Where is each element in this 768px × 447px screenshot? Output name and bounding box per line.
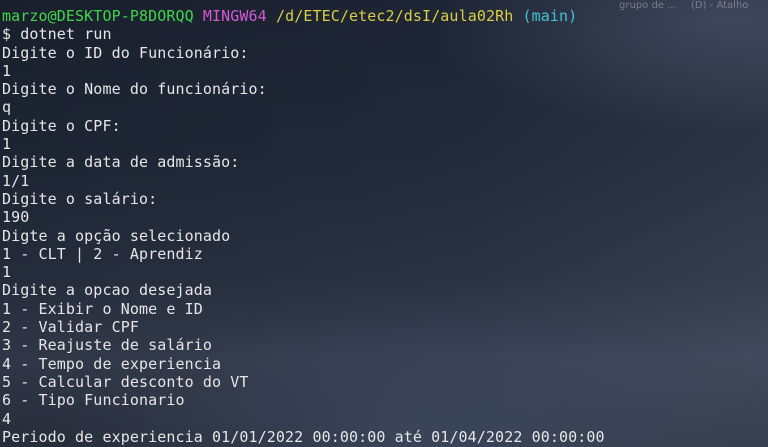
- output-line: Digite o ID do Funcionário:: [2, 43, 249, 62]
- prompt-line: marzo@DESKTOP-P8DORQQ MINGW64 /d/ETEC/et…: [2, 7, 766, 25]
- output-line: 1 - CLT | 2 - Aprendiz: [2, 244, 203, 263]
- output-line: 6 - Tipo Funcionario: [2, 391, 185, 410]
- output-line: 4 - Tempo de experiencia: [2, 354, 222, 373]
- terminal-output[interactable]: marzo@DESKTOP-P8DORQQ MINGW64 /d/ETEC/et…: [2, 7, 766, 446]
- output-line: q: [2, 98, 12, 117]
- output-line: 3 - Reajuste de salário: [2, 336, 213, 355]
- prompt-user-host: marzo@DESKTOP-P8DORQQ: [2, 7, 194, 25]
- output-line: 1: [2, 135, 12, 154]
- command-text: dotnet run: [20, 25, 112, 44]
- output-line: 2 - Validar CPF: [2, 318, 139, 337]
- output-line: Digte a opção selecionado: [2, 226, 231, 245]
- prompt-branch: (main): [522, 7, 578, 25]
- output-line: 1: [2, 61, 12, 80]
- output-line: Digite o Nome do funcionário:: [2, 80, 267, 99]
- output-line: 1/1: [2, 171, 30, 190]
- output-line: Periodo de experiencia 01/01/2022 00:00:…: [2, 427, 605, 446]
- output-line: Digite a data de admissão:: [2, 153, 240, 172]
- output-line: Digite o salário:: [2, 189, 158, 208]
- output-line: Digite o CPF:: [2, 116, 121, 135]
- prompt-symbol: $: [2, 25, 12, 44]
- prompt-shell: MINGW64: [202, 7, 267, 25]
- output-line: 4: [2, 409, 12, 428]
- output-line: 1: [2, 263, 12, 282]
- output-line: 5 - Calcular desconto do VT: [2, 372, 249, 391]
- prompt-path: /d/ETEC/etec2/dsI/aula02Rh: [275, 7, 514, 25]
- command-line: $ dotnet run: [2, 25, 766, 43]
- output-line: Digite a opcao desejada: [2, 281, 213, 300]
- output-line: 190: [2, 208, 30, 227]
- output-line: 1 - Exibir o Nome e ID: [2, 299, 203, 318]
